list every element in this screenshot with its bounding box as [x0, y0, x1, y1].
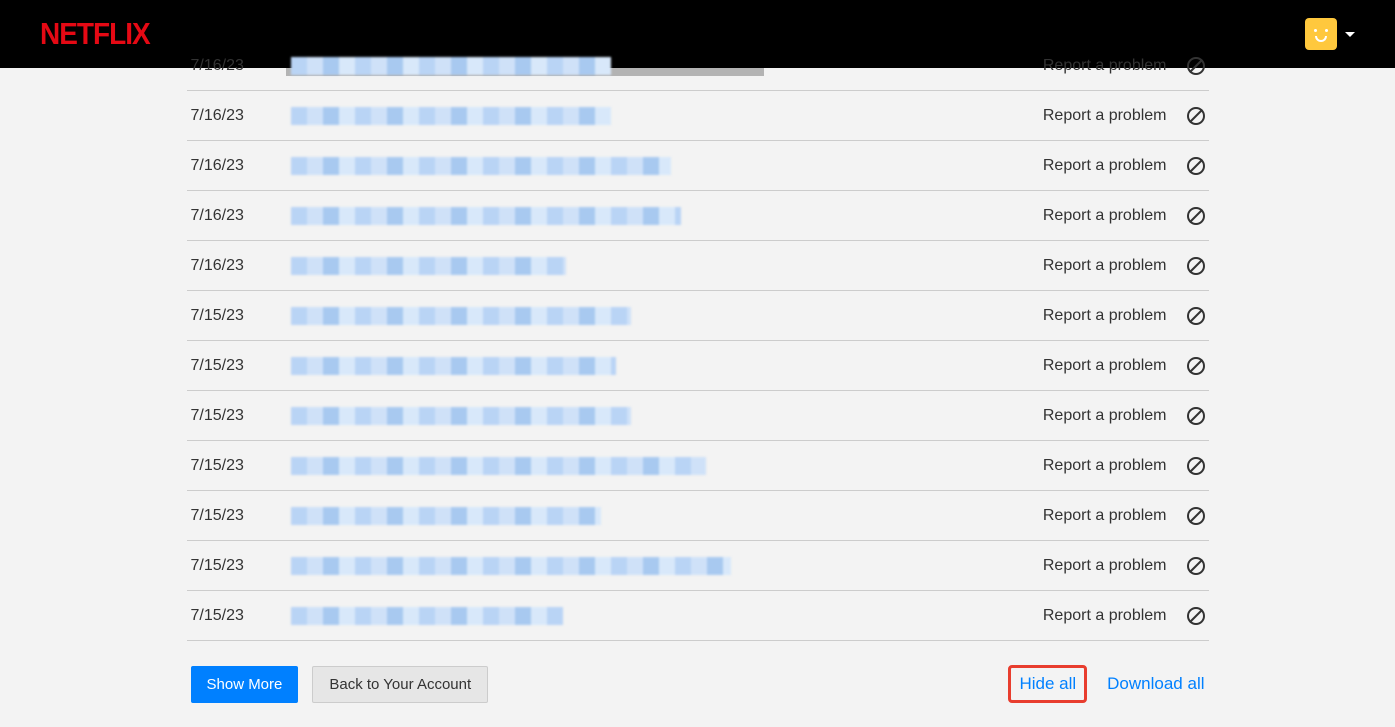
netflix-logo[interactable]: NETFLIX — [40, 16, 150, 51]
activity-title[interactable] — [291, 591, 1043, 640]
activity-title[interactable] — [291, 541, 1043, 590]
activity-row: 7/15/23 Report a problem — [187, 491, 1209, 541]
activity-row: 7/16/23 Report a problem — [187, 141, 1209, 191]
report-problem-link[interactable]: Report a problem — [1043, 557, 1167, 575]
report-column: Report a problem — [1043, 107, 1205, 125]
activity-title[interactable] — [291, 91, 1043, 140]
activity-row: 7/16/23 Report a problem — [187, 191, 1209, 241]
activity-date: 7/16/23 — [191, 257, 291, 275]
activity-date: 7/15/23 — [191, 307, 291, 325]
hide-icon[interactable] — [1187, 257, 1205, 275]
redacted-title — [291, 407, 631, 425]
hide-icon[interactable] — [1187, 507, 1205, 525]
report-column: Report a problem — [1043, 257, 1205, 275]
hide-icon[interactable] — [1187, 107, 1205, 125]
hide-icon[interactable] — [1187, 607, 1205, 625]
activity-date: 7/16/23 — [191, 157, 291, 175]
report-column: Report a problem — [1043, 157, 1205, 175]
activity-row: 7/15/23 Report a problem — [187, 291, 1209, 341]
activity-row: 7/16/23 Report a problem — [187, 41, 1209, 91]
activity-title[interactable] — [291, 41, 1043, 90]
activity-title[interactable] — [291, 441, 1043, 490]
report-problem-link[interactable]: Report a problem — [1043, 307, 1167, 325]
report-problem-link[interactable]: Report a problem — [1043, 207, 1167, 225]
activity-date: 7/15/23 — [191, 507, 291, 525]
activity-date: 7/15/23 — [191, 407, 291, 425]
activity-title[interactable] — [291, 241, 1043, 290]
avatar — [1305, 18, 1337, 50]
redacted-title — [291, 507, 601, 525]
redacted-title — [291, 157, 671, 175]
redacted-title — [291, 607, 563, 625]
report-problem-link[interactable]: Report a problem — [1043, 457, 1167, 475]
activity-row: 7/15/23 Report a problem — [187, 441, 1209, 491]
activity-row: 7/16/23 Report a problem — [187, 91, 1209, 141]
hide-icon[interactable] — [1187, 357, 1205, 375]
report-problem-link[interactable]: Report a problem — [1043, 407, 1167, 425]
activity-row: 7/15/23 Report a problem — [187, 591, 1209, 641]
report-column: Report a problem — [1043, 407, 1205, 425]
report-column: Report a problem — [1043, 57, 1205, 75]
activity-title[interactable] — [291, 291, 1043, 340]
report-column: Report a problem — [1043, 307, 1205, 325]
activity-list: 7/16/23 Report a problem 7/16/23 Report a p… — [187, 41, 1209, 641]
activity-title[interactable] — [291, 491, 1043, 540]
redacted-title — [291, 57, 611, 75]
report-column: Report a problem — [1043, 357, 1205, 375]
hide-icon[interactable] — [1187, 457, 1205, 475]
hide-icon[interactable] — [1187, 307, 1205, 325]
report-column: Report a problem — [1043, 507, 1205, 525]
hide-icon[interactable] — [1187, 57, 1205, 75]
redacted-title — [291, 357, 616, 375]
activity-content: 7/16/23 Report a problem 7/16/23 Report a p… — [187, 41, 1209, 727]
report-column: Report a problem — [1043, 557, 1205, 575]
redacted-title — [291, 107, 611, 125]
redacted-title — [291, 207, 681, 225]
caret-down-icon — [1345, 32, 1355, 37]
activity-date: 7/16/23 — [191, 207, 291, 225]
download-all-link[interactable]: Download all — [1107, 674, 1204, 694]
hide-icon[interactable] — [1187, 557, 1205, 575]
redacted-title — [291, 457, 706, 475]
activity-row: 7/16/23 Report a problem — [187, 241, 1209, 291]
footer-actions: Show More Back to Your Account Hide all … — [187, 641, 1209, 727]
back-to-account-button[interactable]: Back to Your Account — [312, 666, 488, 703]
activity-row: 7/15/23 Report a problem — [187, 341, 1209, 391]
profile-menu[interactable] — [1305, 18, 1355, 50]
hide-all-link[interactable]: Hide all — [1019, 674, 1076, 693]
activity-date: 7/15/23 — [191, 607, 291, 625]
activity-date: 7/15/23 — [191, 457, 291, 475]
hide-icon[interactable] — [1187, 407, 1205, 425]
activity-title[interactable] — [291, 391, 1043, 440]
hide-all-highlight: Hide all — [1008, 665, 1087, 703]
activity-date: 7/15/23 — [191, 557, 291, 575]
activity-date: 7/16/23 — [191, 107, 291, 125]
redacted-title — [291, 307, 631, 325]
activity-title[interactable] — [291, 341, 1043, 390]
activity-title[interactable] — [291, 191, 1043, 240]
redacted-title — [291, 557, 731, 575]
activity-title[interactable] — [291, 141, 1043, 190]
report-problem-link[interactable]: Report a problem — [1043, 157, 1167, 175]
report-problem-link[interactable]: Report a problem — [1043, 607, 1167, 625]
report-problem-link[interactable]: Report a problem — [1043, 507, 1167, 525]
hide-icon[interactable] — [1187, 157, 1205, 175]
report-problem-link[interactable]: Report a problem — [1043, 257, 1167, 275]
report-column: Report a problem — [1043, 457, 1205, 475]
activity-date: 7/16/23 — [191, 57, 291, 75]
redacted-title — [291, 257, 566, 275]
show-more-button[interactable]: Show More — [191, 666, 299, 703]
report-problem-link[interactable]: Report a problem — [1043, 57, 1167, 75]
hide-icon[interactable] — [1187, 207, 1205, 225]
report-column: Report a problem — [1043, 607, 1205, 625]
report-problem-link[interactable]: Report a problem — [1043, 107, 1167, 125]
report-column: Report a problem — [1043, 207, 1205, 225]
activity-row: 7/15/23 Report a problem — [187, 541, 1209, 591]
report-problem-link[interactable]: Report a problem — [1043, 357, 1167, 375]
activity-date: 7/15/23 — [191, 357, 291, 375]
activity-row: 7/15/23 Report a problem — [187, 391, 1209, 441]
